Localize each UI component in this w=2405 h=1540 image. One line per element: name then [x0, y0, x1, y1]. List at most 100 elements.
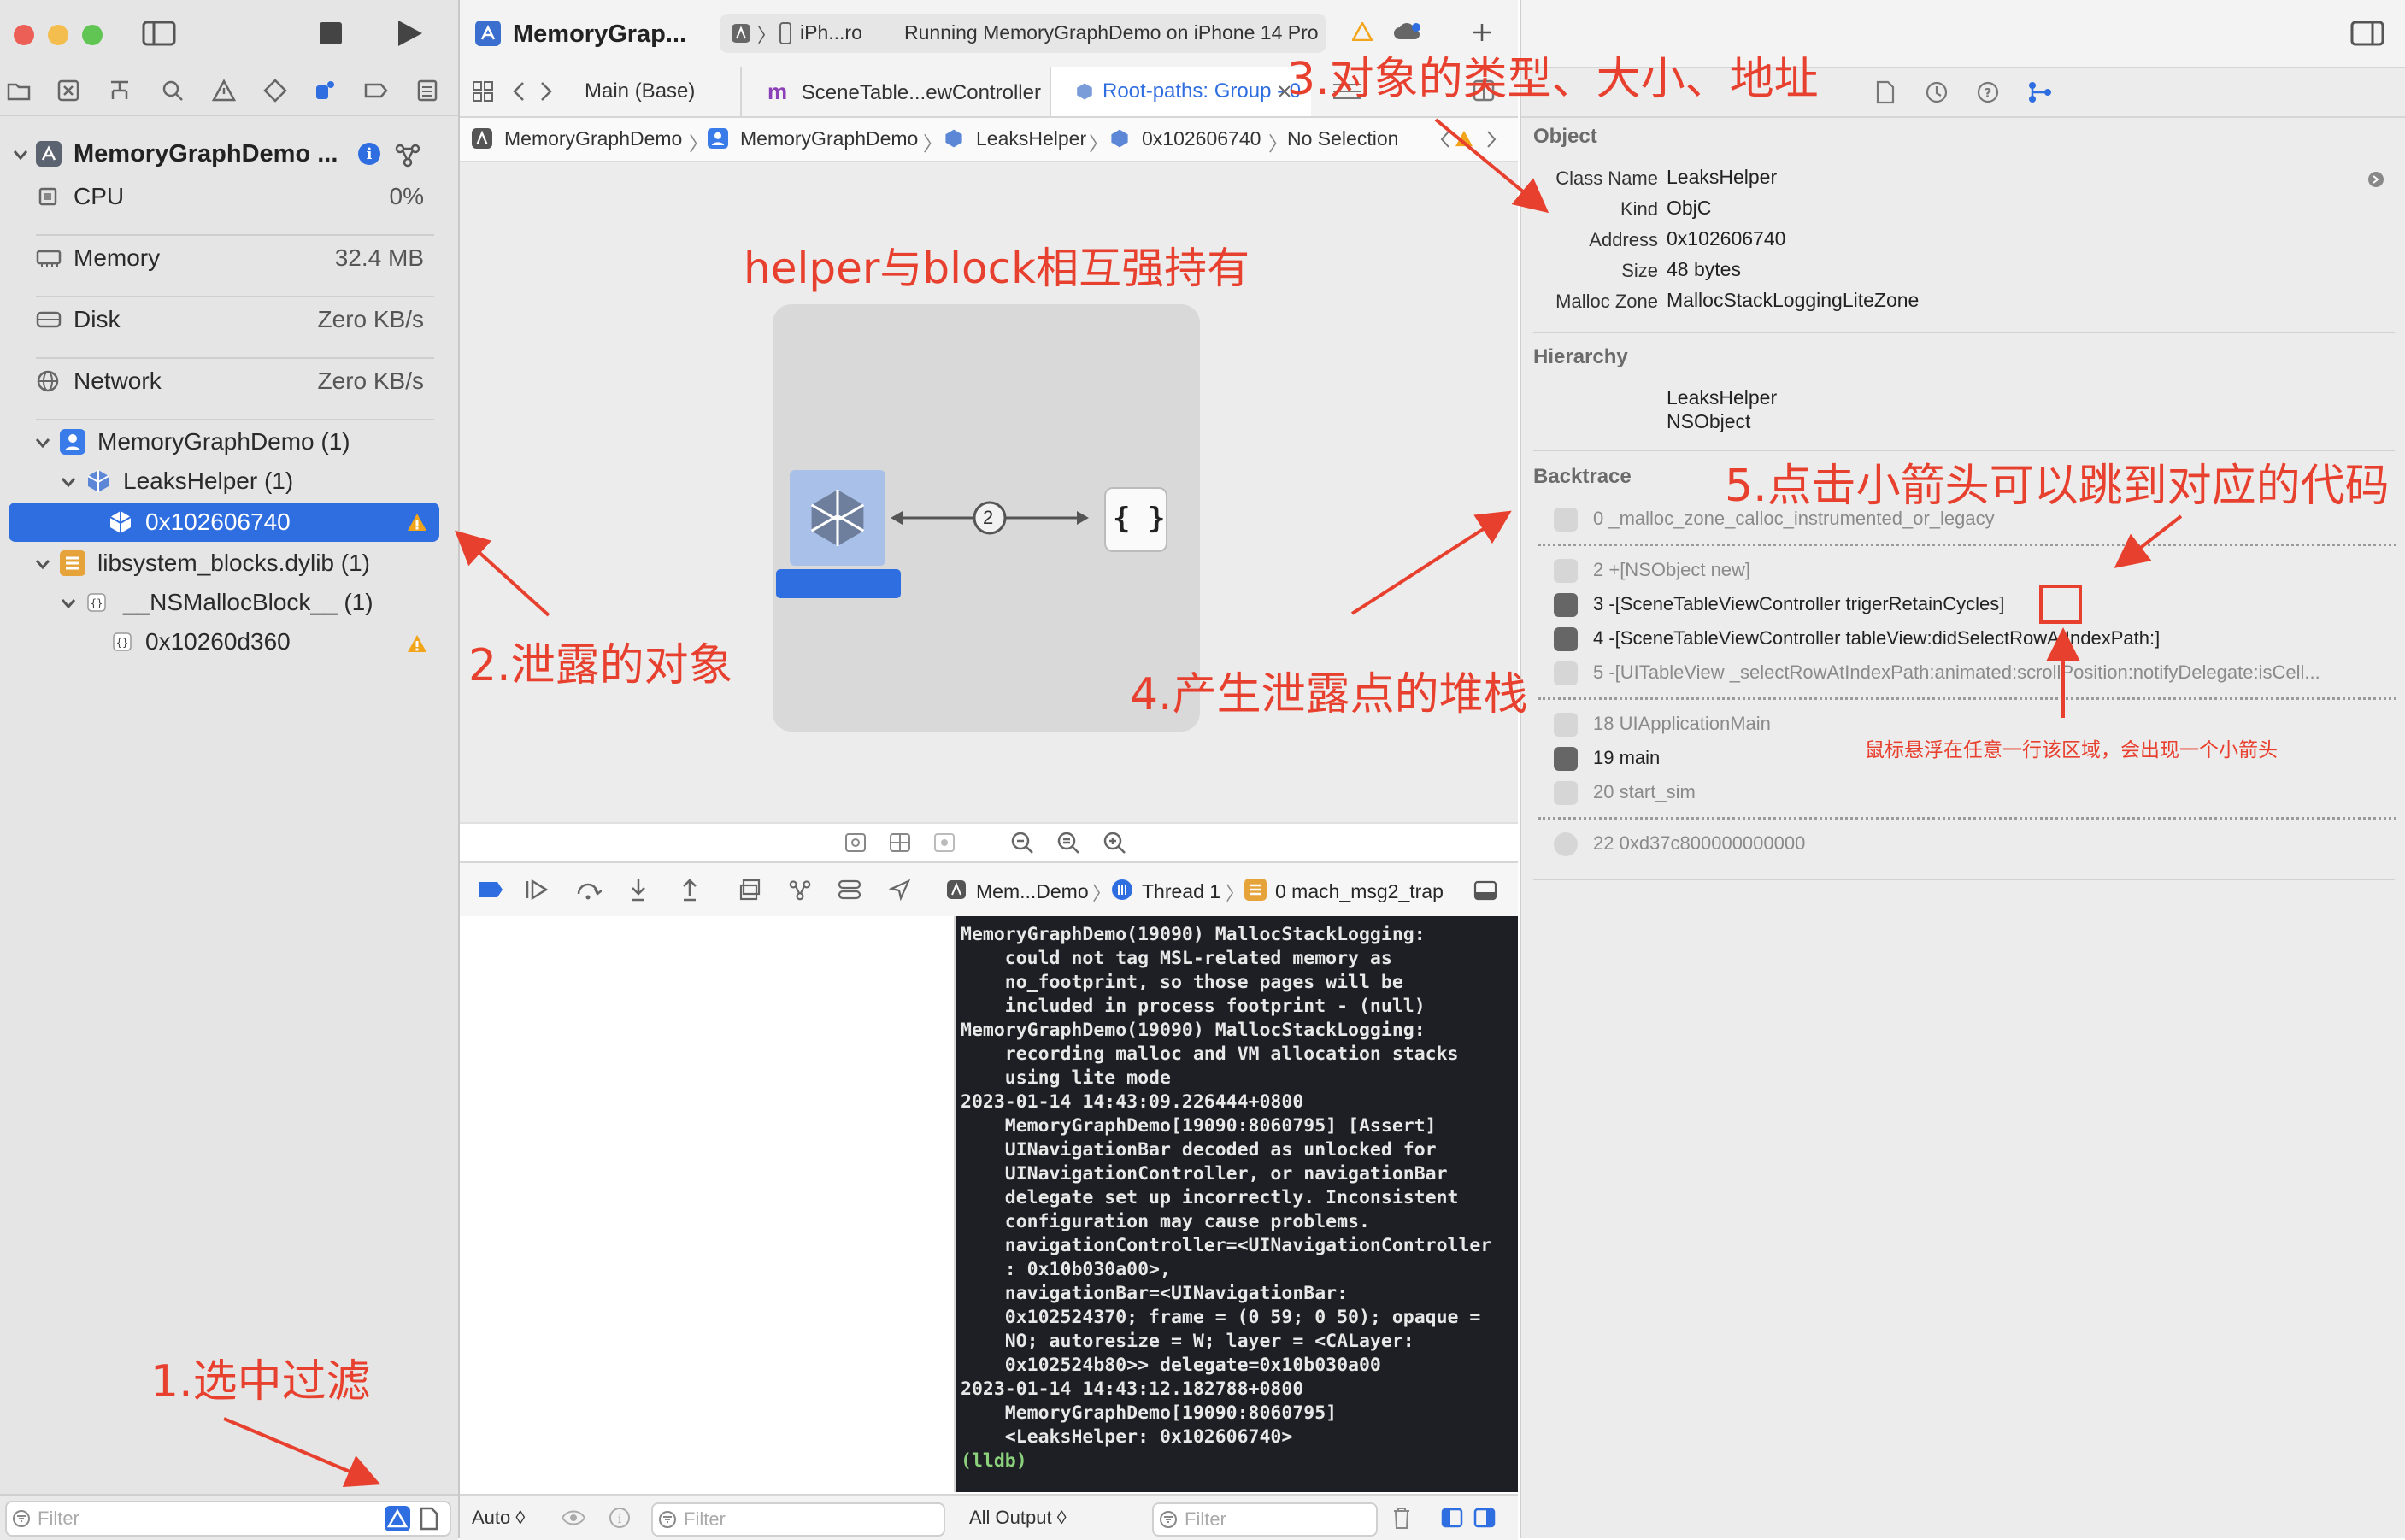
output-selector[interactable]: All Output ◊: [969, 1507, 1067, 1529]
step-into-icon[interactable]: [627, 877, 650, 902]
gear-frame-icon: [1554, 832, 1578, 856]
split-left-icon[interactable]: [1441, 1508, 1463, 1528]
scheme-title[interactable]: MemoryGrap...: [513, 21, 686, 49]
leak-warning-icon[interactable]: [407, 513, 427, 532]
history-icon[interactable]: [1925, 80, 1949, 104]
environment-overrides-icon[interactable]: [838, 879, 861, 901]
tab-scene-table[interactable]: m SceneTable...ewController: [742, 67, 1051, 116]
jump-forward-chevron-icon[interactable]: [1485, 130, 1497, 149]
disclosure-open-icon[interactable]: [34, 434, 51, 451]
console-line: no_footprint, so those pages will be: [961, 972, 1403, 993]
leaks-filter-toggle-icon[interactable]: [385, 1506, 410, 1531]
field-label-address: Address: [1589, 229, 1658, 250]
disclosure-open-icon[interactable]: [12, 146, 29, 163]
disclosure-open-icon[interactable]: [60, 595, 77, 612]
report-icon[interactable]: [415, 79, 439, 103]
split-right-icon[interactable]: [1473, 1508, 1496, 1528]
warning-status-icon[interactable]: [1352, 22, 1373, 41]
console-filter-input[interactable]: Filter: [1152, 1502, 1378, 1537]
graph-node-block[interactable]: { }: [1104, 487, 1167, 552]
grid-icon[interactable]: [472, 80, 494, 103]
issue-warning-icon[interactable]: [1455, 130, 1473, 147]
debug-thread[interactable]: Thread 1: [1142, 880, 1220, 903]
process-title[interactable]: MemoryGraphDemo ...: [74, 140, 338, 168]
trash-icon[interactable]: [1391, 1506, 1412, 1530]
document-filter-icon[interactable]: [419, 1507, 439, 1531]
search-icon[interactable]: [161, 79, 185, 103]
stop-icon[interactable]: [320, 22, 342, 44]
location-icon[interactable]: [889, 879, 911, 901]
zoom-reset-icon[interactable]: [1056, 831, 1080, 855]
step-over-icon[interactable]: [576, 879, 602, 901]
zoom-window-button[interactable]: [82, 25, 103, 45]
user-frame-icon: [1554, 627, 1578, 651]
console-toggle-icon[interactable]: [1473, 880, 1497, 901]
navigator-filter-input[interactable]: Filter: [5, 1501, 451, 1537]
memory-inspector-icon[interactable]: [2027, 80, 2053, 104]
tree-row-selected[interactable]: 0x102606740: [9, 503, 439, 542]
debug-navigator-icon[interactable]: [313, 79, 337, 103]
disclosure-open-icon[interactable]: [34, 555, 51, 573]
info-icon[interactable]: i: [609, 1507, 631, 1529]
breakpoints-toggle-icon[interactable]: [477, 880, 504, 899]
tree-row-block-addr[interactable]: {} 0x10260d360: [85, 624, 432, 663]
auto-selector[interactable]: Auto ◊: [472, 1507, 525, 1529]
jump-item-project[interactable]: MemoryGraphDemo: [504, 127, 682, 150]
memory-graph-icon[interactable]: [395, 142, 420, 168]
inspector-toggle-icon[interactable]: [2350, 21, 2384, 46]
add-icon[interactable]: [1472, 22, 1492, 43]
cloud-status-icon[interactable]: [1393, 21, 1422, 43]
console-line: MemoryGraphDemo[19090:8060795] [Assert]: [961, 1115, 1437, 1137]
test-diamond-icon[interactable]: [263, 79, 287, 103]
close-window-button[interactable]: [14, 25, 34, 45]
lldb-prompt[interactable]: (lldb): [961, 1449, 1491, 1473]
jump-arrow-highlight[interactable]: [2039, 585, 2082, 624]
continue-icon[interactable]: [525, 879, 550, 901]
leak-warning-icon[interactable]: [407, 634, 427, 653]
debug-process[interactable]: Mem...Demo: [976, 880, 1089, 903]
sidebar-toggle-icon[interactable]: [142, 21, 176, 46]
app-small-icon: [472, 128, 492, 149]
debug-memory-graph-icon[interactable]: [788, 879, 812, 901]
step-out-icon[interactable]: [679, 877, 701, 902]
hierarchy-toggle-icon[interactable]: [844, 832, 867, 853]
file-inspector-icon[interactable]: [1875, 80, 1896, 104]
breakpoint-icon[interactable]: [364, 79, 388, 103]
run-icon[interactable]: [397, 19, 424, 48]
info-badge-icon[interactable]: i: [357, 142, 381, 166]
network-gauge[interactable]: Network Zero KB/s: [36, 361, 424, 402]
variables-filter-input[interactable]: Filter: [651, 1502, 945, 1537]
minimize-window-button[interactable]: [48, 25, 68, 45]
help-icon[interactable]: ?: [1976, 80, 2000, 104]
back-chevron-icon[interactable]: [511, 80, 526, 103]
tab-main-base[interactable]: Main (Base): [569, 67, 742, 116]
scheme-destination-control[interactable]: 〉 iPh...ro Running MemoryGraphDemo on iP…: [720, 14, 1326, 53]
folder-icon[interactable]: [7, 79, 31, 103]
hierarchy-icon[interactable]: [108, 79, 132, 103]
jump-item-selection[interactable]: No Selection: [1287, 127, 1398, 150]
variables-view[interactable]: [460, 916, 956, 1492]
svg-text:{}: {}: [116, 637, 128, 649]
tab-root-paths[interactable]: Root-paths: Group - 0: [1051, 67, 1311, 116]
focus-icon[interactable]: [933, 832, 956, 853]
console-output[interactable]: MemoryGraphDemo(19090) MallocStackLoggin…: [956, 916, 1518, 1492]
grid-toggle-icon[interactable]: [889, 832, 911, 853]
issue-warning-icon[interactable]: [212, 79, 236, 103]
debug-view-hierarchy-icon[interactable]: [738, 879, 762, 901]
graph-node-leakshelper[interactable]: [790, 470, 885, 566]
disclosure-open-icon[interactable]: [60, 473, 77, 491]
zoom-in-icon[interactable]: [1103, 831, 1126, 855]
memory-gauge[interactable]: Memory 32.4 MB: [36, 238, 424, 279]
forward-chevron-icon[interactable]: [538, 80, 554, 103]
zoom-out-icon[interactable]: [1010, 831, 1034, 855]
jump-item-target[interactable]: MemoryGraphDemo: [740, 127, 918, 150]
source-control-icon[interactable]: [56, 79, 80, 103]
cpu-gauge[interactable]: CPU 0%: [36, 176, 424, 217]
jump-back-chevron-icon[interactable]: [1439, 130, 1451, 149]
debug-frame[interactable]: 0 mach_msg2_trap: [1275, 880, 1444, 903]
jump-item-class[interactable]: LeaksHelper: [976, 127, 1086, 150]
eye-icon[interactable]: [561, 1509, 586, 1526]
disk-gauge[interactable]: Disk Zero KB/s: [36, 299, 424, 340]
jump-item-instance[interactable]: 0x102606740: [1142, 127, 1261, 150]
jump-arrow-icon[interactable]: [2367, 171, 2384, 188]
